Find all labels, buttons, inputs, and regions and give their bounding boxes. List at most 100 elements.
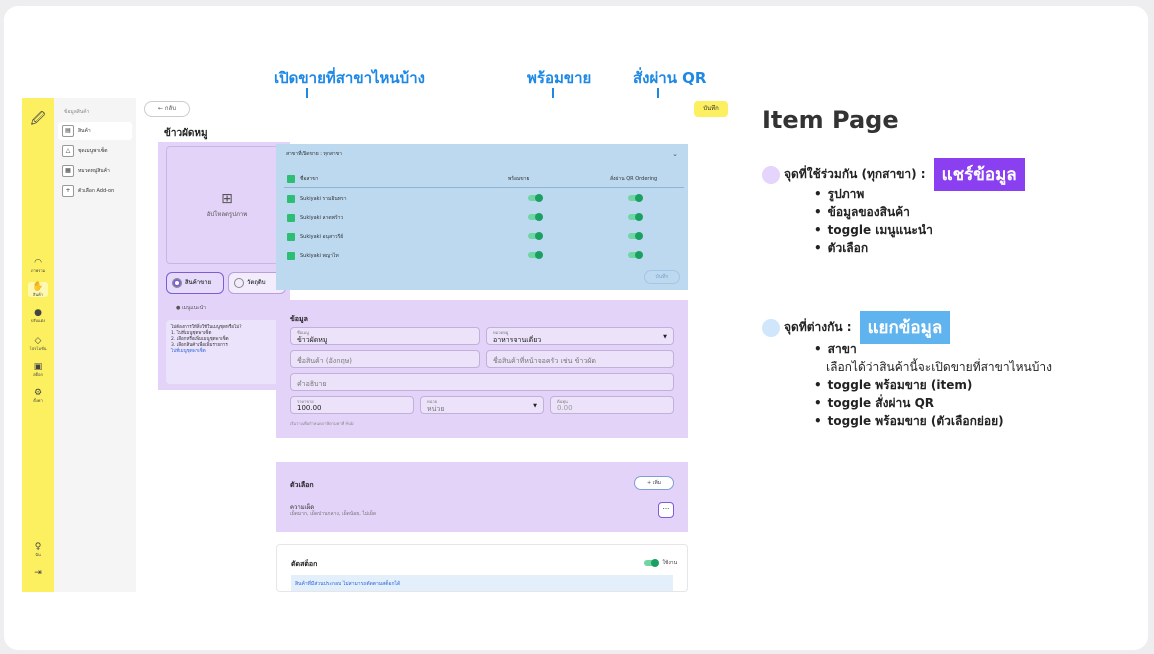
branch-name: Sukiyaki อนุสาวรีย์ [300, 234, 344, 240]
shared-dot-icon [762, 165, 780, 184]
rail-stock[interactable]: ▣ สต็อก [28, 362, 48, 377]
add-image-icon: ⊞ [221, 191, 233, 207]
explanation-title: Item Page [762, 106, 899, 134]
table-row: Sukiyaki อนุสาวรีย์ [284, 228, 684, 246]
annotation-qr: สั่งผ่าน QR [633, 69, 707, 87]
more-icon[interactable]: ··· [658, 502, 674, 518]
branch-checkbox[interactable] [287, 252, 295, 260]
chevron-down-icon[interactable]: ⌄ [672, 150, 678, 158]
ready-toggle[interactable] [528, 213, 543, 221]
shared-item: ข้อมูลของสินค้า [826, 203, 1142, 221]
subnav-item-products[interactable]: ▤ สินค้า [58, 122, 132, 140]
col-ready: พร้อมขาย [508, 176, 530, 182]
branch-save-button[interactable]: บันทึก [644, 270, 680, 284]
logout-icon[interactable]: ⇥ [28, 568, 48, 578]
table-row: Sukiyaki รามอินทรา [284, 190, 684, 208]
options-panel: ตัวเลือก + เพิ่ม ความเผ็ด เผ็ดมาก, เผ็ดป… [276, 462, 688, 532]
table-row: Sukiyaki พญาไท [284, 247, 684, 265]
page-title: ข้าวผัดหมู [164, 128, 208, 139]
main-area: ← กลับ บันทึก ข้าวผัดหมู ⊞ อัปโหลดรูปภาพ… [136, 98, 734, 592]
branch-name: Sukiyaki ลาดพร้าว [300, 215, 344, 221]
help-link[interactable]: ไปที่เมนูชุดพาเซ็ต [171, 349, 206, 354]
diff-tag: แยกข้อมูล [859, 311, 951, 344]
unit-select[interactable]: หน่วย หน่วย ▼ [420, 396, 544, 414]
name-en-input[interactable]: ชื่อสินค้า (อังกฤษ) [290, 350, 480, 368]
user-icon[interactable]: ♀ ฉัน [28, 542, 48, 557]
grid-icon: ▦ [62, 165, 74, 177]
option-values: เผ็ดมาก, เผ็ดปานกลาง, เผ็ดน้อย, ไม่เผ็ด [290, 511, 377, 517]
icon-rail: 🖉 ◠ ภาพรวม ✋ สินค้า ● ปรับแต่ง ◇ โปรโมชั่น ▣… [22, 98, 54, 592]
left-column: ⊞ อัปโหลดรูปภาพ สินค้าขาย วัตถุดิบ ● เมน… [158, 142, 290, 390]
recommended-toggle[interactable]: ● เมนูแนะนำ [176, 304, 206, 312]
price-input[interactable]: ราคาขาย 100.00 [290, 396, 414, 414]
box-icon: ▤ [62, 125, 74, 137]
annotation-ready: พร้อมขาย [527, 69, 592, 87]
menu-name-input[interactable]: ชื่อเมนู ข้าวผัดหมู [290, 327, 480, 345]
add-option-button[interactable]: + เพิ่ม [634, 476, 674, 490]
qr-toggle[interactable] [628, 251, 643, 259]
image-upload[interactable]: ⊞ อัปโหลดรูปภาพ [166, 146, 288, 264]
branch-checkbox[interactable] [287, 214, 295, 222]
back-button[interactable]: ← กลับ [144, 101, 190, 117]
ready-toggle[interactable] [528, 232, 543, 240]
info-footnote: เริ่มว่างเพื่อกำหนดภาษีตามค่าที่ Hub [290, 421, 354, 426]
stock-notice: สินค้าที่มีส่วนประกอบ ไม่สามารถตัดตามสต็… [291, 575, 673, 591]
subnav-item-addons[interactable]: + ตัวเลือก Add-on [58, 182, 132, 200]
diff-item: toggle พร้อมขาย (item) [826, 376, 1142, 394]
help-box: ไม่ต้องการให้สิ่งใช้ในเมนูชุดหรือไม่? 1.… [166, 320, 288, 384]
radio-product[interactable]: สินค้าขาย [166, 272, 224, 294]
stock-panel: ตัดสต็อก ใช้งาน สินค้าที่มีส่วนประกอบ ไม… [276, 544, 688, 592]
select-all-checkbox[interactable] [287, 175, 295, 183]
shared-item: ตัวเลือก [826, 239, 1142, 257]
diff-item: toggle สั่งผ่าน QR [826, 394, 1142, 412]
shared-group: จุดที่ใช้ร่วมกัน (ทุกสาขา) : แชร์ข้อมูล … [762, 158, 1142, 257]
info-panel: ข้อมูล ชื่อเมนู ข้าวผัดหมู หมวดหมู่ อาหารจ… [276, 300, 688, 438]
diff-item-sub: เลือกได้ว่าสินค้านี้จะเปิดขายที่สาขาไหนบ… [826, 360, 1052, 374]
kitchen-name-input[interactable]: ชื่อสินค้าที่หน้าจอครัว เช่น ข้าวผัด [486, 350, 674, 368]
branch-checkbox[interactable] [287, 195, 295, 203]
subnav-item-categories[interactable]: ▦ หมวดหมู่สินค้า [58, 162, 132, 180]
subnav-item-sets[interactable]: △ ชุดเมนูพาเซ็ต [58, 142, 132, 160]
plus-icon: + [62, 185, 74, 197]
ready-toggle[interactable] [528, 194, 543, 202]
logo-icon: 🖉 [30, 111, 46, 127]
save-button[interactable]: บันทึก [694, 101, 728, 117]
branch-checkbox[interactable] [287, 233, 295, 241]
branch-header[interactable]: สาขาที่เปิดขาย : ทุกสาขา [286, 150, 342, 158]
description-input[interactable]: คำอธิบาย [290, 373, 674, 391]
shared-heading: จุดที่ใช้ร่วมกัน (ทุกสาขา) : [784, 167, 926, 181]
rail-dashboard[interactable]: ◠ ภาพรวม [28, 258, 48, 273]
stock-toggle[interactable]: ใช้งาน [644, 558, 677, 567]
subnav-heading: ข้อมูลสินค้า [64, 109, 90, 115]
options-title: ตัวเลือก [290, 481, 314, 489]
table-row: Sukiyaki ลาดพร้าว [284, 209, 684, 227]
stock-title: ตัดสต็อก [291, 560, 318, 568]
rail-customize[interactable]: ● ปรับแต่ง [28, 308, 48, 323]
set-icon: △ [62, 145, 74, 157]
shared-item: toggle เมนูแนะนำ [826, 221, 1142, 239]
toggle-icon [644, 558, 660, 567]
ready-toggle[interactable] [528, 251, 543, 259]
diff-group: จุดที่ต่างกัน : แยกข้อมูล สาขา เลือกได้ว… [762, 311, 1142, 430]
chevron-down-icon: ▼ [533, 403, 537, 409]
shared-tag: แชร์ข้อมูล [933, 158, 1025, 191]
explanation-panel: Item Page จุดที่ใช้ร่วมกัน (ทุกสาขา) : แ… [762, 106, 1142, 430]
branch-name: Sukiyaki พญาไท [300, 253, 339, 259]
rail-settings[interactable]: ⚙ ตั้งค่า [28, 388, 48, 403]
rail-products[interactable]: ✋ สินค้า [28, 282, 48, 297]
qr-toggle[interactable] [628, 194, 643, 202]
category-select[interactable]: หมวดหมู่ อาหารจานเดี่ยว ▼ [486, 327, 674, 345]
qr-toggle[interactable] [628, 213, 643, 221]
branch-panel: สาขาที่เปิดขาย : ทุกสาขา ⌄ ชื่อสาขา พร้อ… [276, 144, 688, 290]
chevron-down-icon: ▼ [663, 334, 667, 340]
diff-dot-icon [762, 318, 780, 337]
col-qr: สั่งผ่าน QR Ordering [610, 176, 658, 182]
qr-toggle[interactable] [628, 232, 643, 240]
col-branch-name: ชื่อสาขา [300, 176, 319, 182]
info-title: ข้อมูล [290, 315, 308, 323]
cost-input[interactable]: ต้นทุน 0.00 [550, 396, 674, 414]
rail-promotion[interactable]: ◇ โปรโมชั่น [28, 336, 48, 351]
annotation-branch: เปิดขายที่สาขาไหนบ้าง [274, 69, 425, 87]
upload-label: อัปโหลดรูปภาพ [206, 211, 248, 218]
branch-table-header: ชื่อสาขา พร้อมขาย สั่งผ่าน QR Ordering [284, 170, 684, 188]
